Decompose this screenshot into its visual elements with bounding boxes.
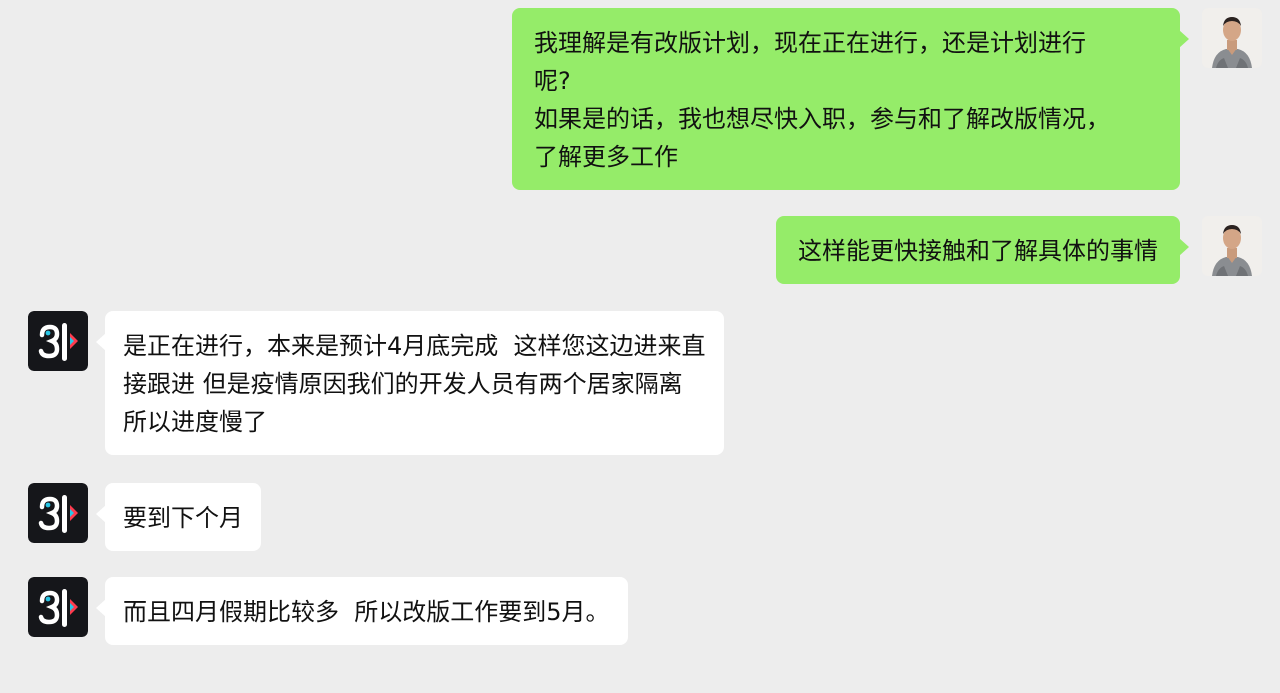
message-row-outgoing: 这样能更快接触和了解具体的事情 — [776, 216, 1262, 284]
message-line: 了解更多工作 — [534, 143, 678, 171]
company-logo-avatar-icon — [28, 577, 88, 637]
company-logo-avatar-icon — [28, 483, 88, 543]
message-line: 如果是的话，我也想尽快入职，参与和了解改版情况， — [534, 105, 1110, 133]
message-line: 这样能更快接触和了解具体的事情 — [798, 237, 1158, 265]
contact-avatar[interactable] — [28, 483, 88, 543]
message-row-outgoing: 我理解是有改版计划，现在正在进行，还是计划进行 呢? 如果是的话，我也想尽快入职… — [512, 8, 1262, 190]
contact-avatar[interactable] — [28, 311, 88, 371]
incoming-message-bubble[interactable]: 是正在进行，本来是预计4月底完成 这样您这边进来直 接跟进 但是疫情原因我们的开… — [96, 311, 724, 455]
outgoing-message-bubble[interactable]: 这样能更快接触和了解具体的事情 — [776, 216, 1189, 284]
message-line: 接跟进 但是疫情原因我们的开发人员有两个居家隔离 — [123, 370, 683, 398]
incoming-message-bubble[interactable]: 而且四月假期比较多 所以改版工作要到5月。 — [96, 577, 628, 645]
company-logo-avatar-icon — [28, 311, 88, 371]
message-line: 是正在进行，本来是预计4月底完成 这样您这边进来直 — [123, 332, 706, 360]
user-photo-avatar-icon — [1202, 8, 1262, 68]
message-line: 要到下个月 — [123, 504, 243, 532]
incoming-message-bubble[interactable]: 要到下个月 — [96, 483, 261, 551]
user-avatar[interactable] — [1202, 216, 1262, 276]
message-line: 而且四月假期比较多 所以改版工作要到5月。 — [123, 598, 610, 626]
outgoing-message-bubble[interactable]: 我理解是有改版计划，现在正在进行，还是计划进行 呢? 如果是的话，我也想尽快入职… — [512, 8, 1189, 190]
user-photo-avatar-icon — [1202, 216, 1262, 276]
chat-window: 我理解是有改版计划，现在正在进行，还是计划进行 呢? 如果是的话，我也想尽快入职… — [0, 0, 1280, 693]
message-row-incoming: 而且四月假期比较多 所以改版工作要到5月。 — [28, 577, 628, 645]
user-avatar[interactable] — [1202, 8, 1262, 68]
message-line: 呢? — [534, 67, 571, 95]
message-row-incoming: 要到下个月 — [28, 483, 261, 551]
contact-avatar[interactable] — [28, 577, 88, 637]
message-row-incoming: 是正在进行，本来是预计4月底完成 这样您这边进来直 接跟进 但是疫情原因我们的开… — [28, 311, 724, 455]
message-line: 所以进度慢了 — [123, 408, 267, 436]
message-line: 我理解是有改版计划，现在正在进行，还是计划进行 — [534, 29, 1086, 57]
